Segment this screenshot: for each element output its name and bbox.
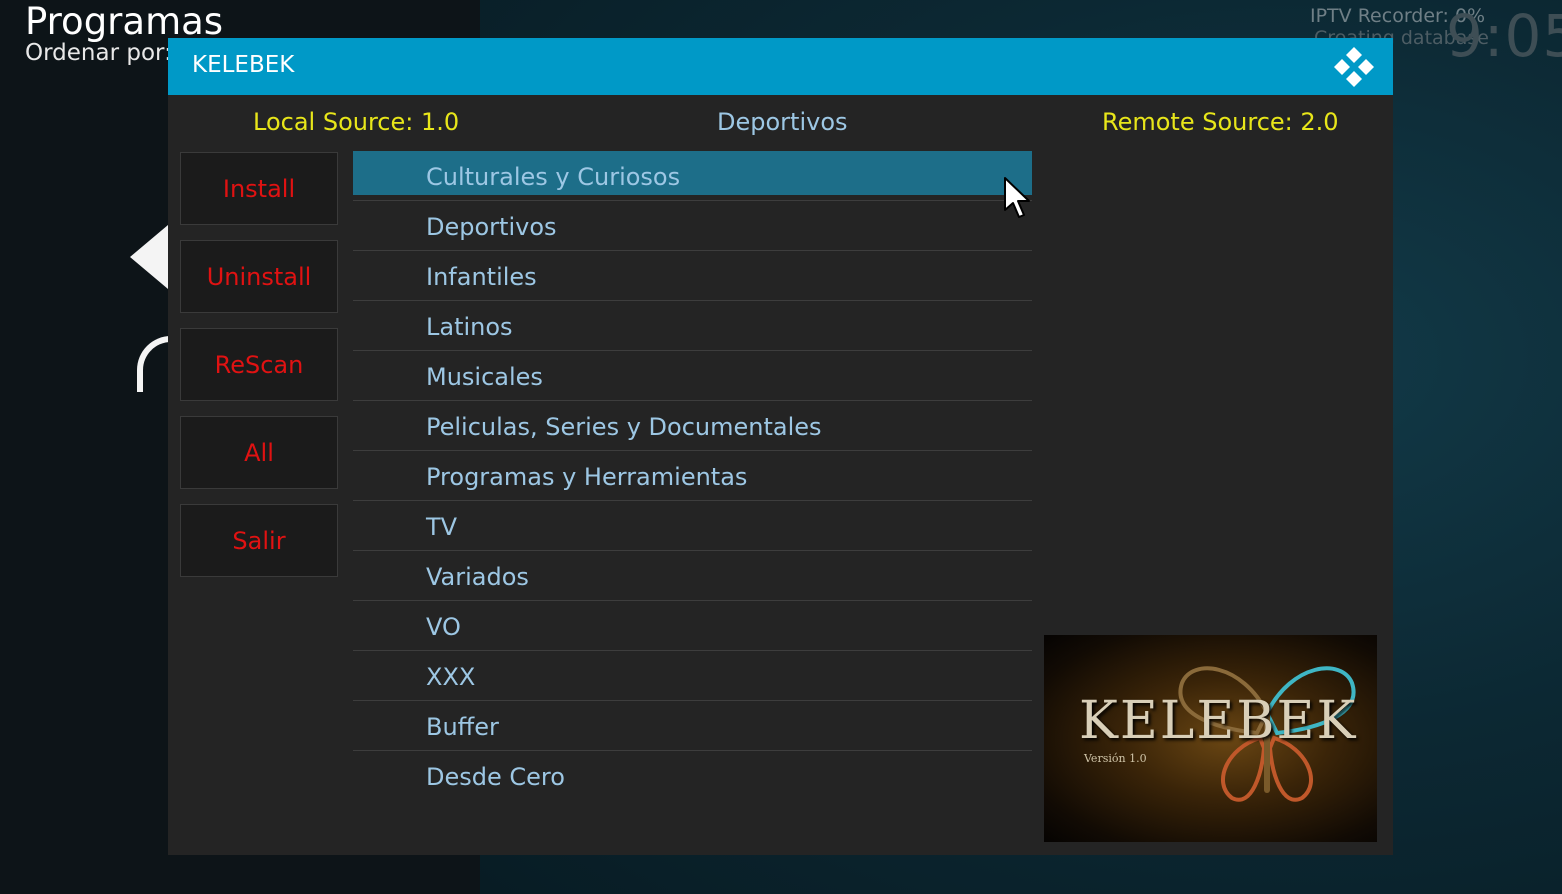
list-item-label: Programas y Herramientas <box>426 463 748 491</box>
uninstall-button[interactable]: Uninstall <box>180 240 338 313</box>
remote-source-label: Remote Source: 2.0 <box>1102 108 1339 136</box>
list-item-label: Variados <box>426 563 529 591</box>
list-item-label: Culturales y Curiosos <box>426 163 681 191</box>
list-item-tv[interactable]: TV <box>353 501 1032 551</box>
dialog-title: KELEBEK <box>192 52 295 78</box>
list-item-variados[interactable]: Variados <box>353 551 1032 601</box>
list-item-label: Buffer <box>426 713 499 741</box>
rescan-button[interactable]: ReScan <box>180 328 338 401</box>
list-item-label: VO <box>426 613 461 641</box>
list-item-label: Deportivos <box>426 213 557 241</box>
addon-preview-image: KELEBEK Versión 1.0 <box>1044 635 1377 842</box>
install-button[interactable]: Install <box>180 152 338 225</box>
all-button[interactable]: All <box>180 416 338 489</box>
list-item-culturales[interactable]: Culturales y Curiosos <box>353 151 1032 201</box>
list-item-deportivos[interactable]: Deportivos <box>353 201 1032 251</box>
salir-button[interactable]: Salir <box>180 504 338 577</box>
list-item-label: Musicales <box>426 363 543 391</box>
list-item-infantiles[interactable]: Infantiles <box>353 251 1032 301</box>
kodi-logo-icon <box>1334 47 1374 87</box>
list-item-label: Desde Cero <box>426 763 565 791</box>
list-item-xxx[interactable]: XXX <box>353 651 1032 701</box>
list-item-label: Infantiles <box>426 263 537 291</box>
background-arrow-icon <box>130 225 168 289</box>
list-item-desde-cero[interactable]: Desde Cero <box>353 751 1032 801</box>
list-item-musicales[interactable]: Musicales <box>353 351 1032 401</box>
list-item-label: XXX <box>426 663 476 691</box>
sort-label[interactable]: Ordenar por: <box>25 40 172 66</box>
list-item-label: TV <box>426 513 458 541</box>
list-item-buffer[interactable]: Buffer <box>353 701 1032 751</box>
preview-logo-text: KELEBEK <box>1079 691 1358 751</box>
list-item-label: Peliculas, Series y Documentales <box>426 413 822 441</box>
clock: 9:05 <box>1446 2 1562 70</box>
list-item-vo[interactable]: VO <box>353 601 1032 651</box>
list-item-latinos[interactable]: Latinos <box>353 301 1032 351</box>
current-category-label: Deportivos <box>717 108 848 136</box>
category-list: Culturales y Curiosos Deportivos Infanti… <box>353 151 1032 801</box>
preview-version-text: Versión 1.0 <box>1084 752 1147 765</box>
kelebek-dialog: KELEBEK Local Source: 1.0 Deportivos Rem… <box>168 38 1393 855</box>
local-source-label: Local Source: 1.0 <box>253 108 460 136</box>
list-item-peliculas[interactable]: Peliculas, Series y Documentales <box>353 401 1032 451</box>
list-item-label: Latinos <box>426 313 513 341</box>
mouse-cursor-icon <box>1004 177 1030 218</box>
list-item-programas[interactable]: Programas y Herramientas <box>353 451 1032 501</box>
dialog-header: KELEBEK <box>168 38 1393 95</box>
